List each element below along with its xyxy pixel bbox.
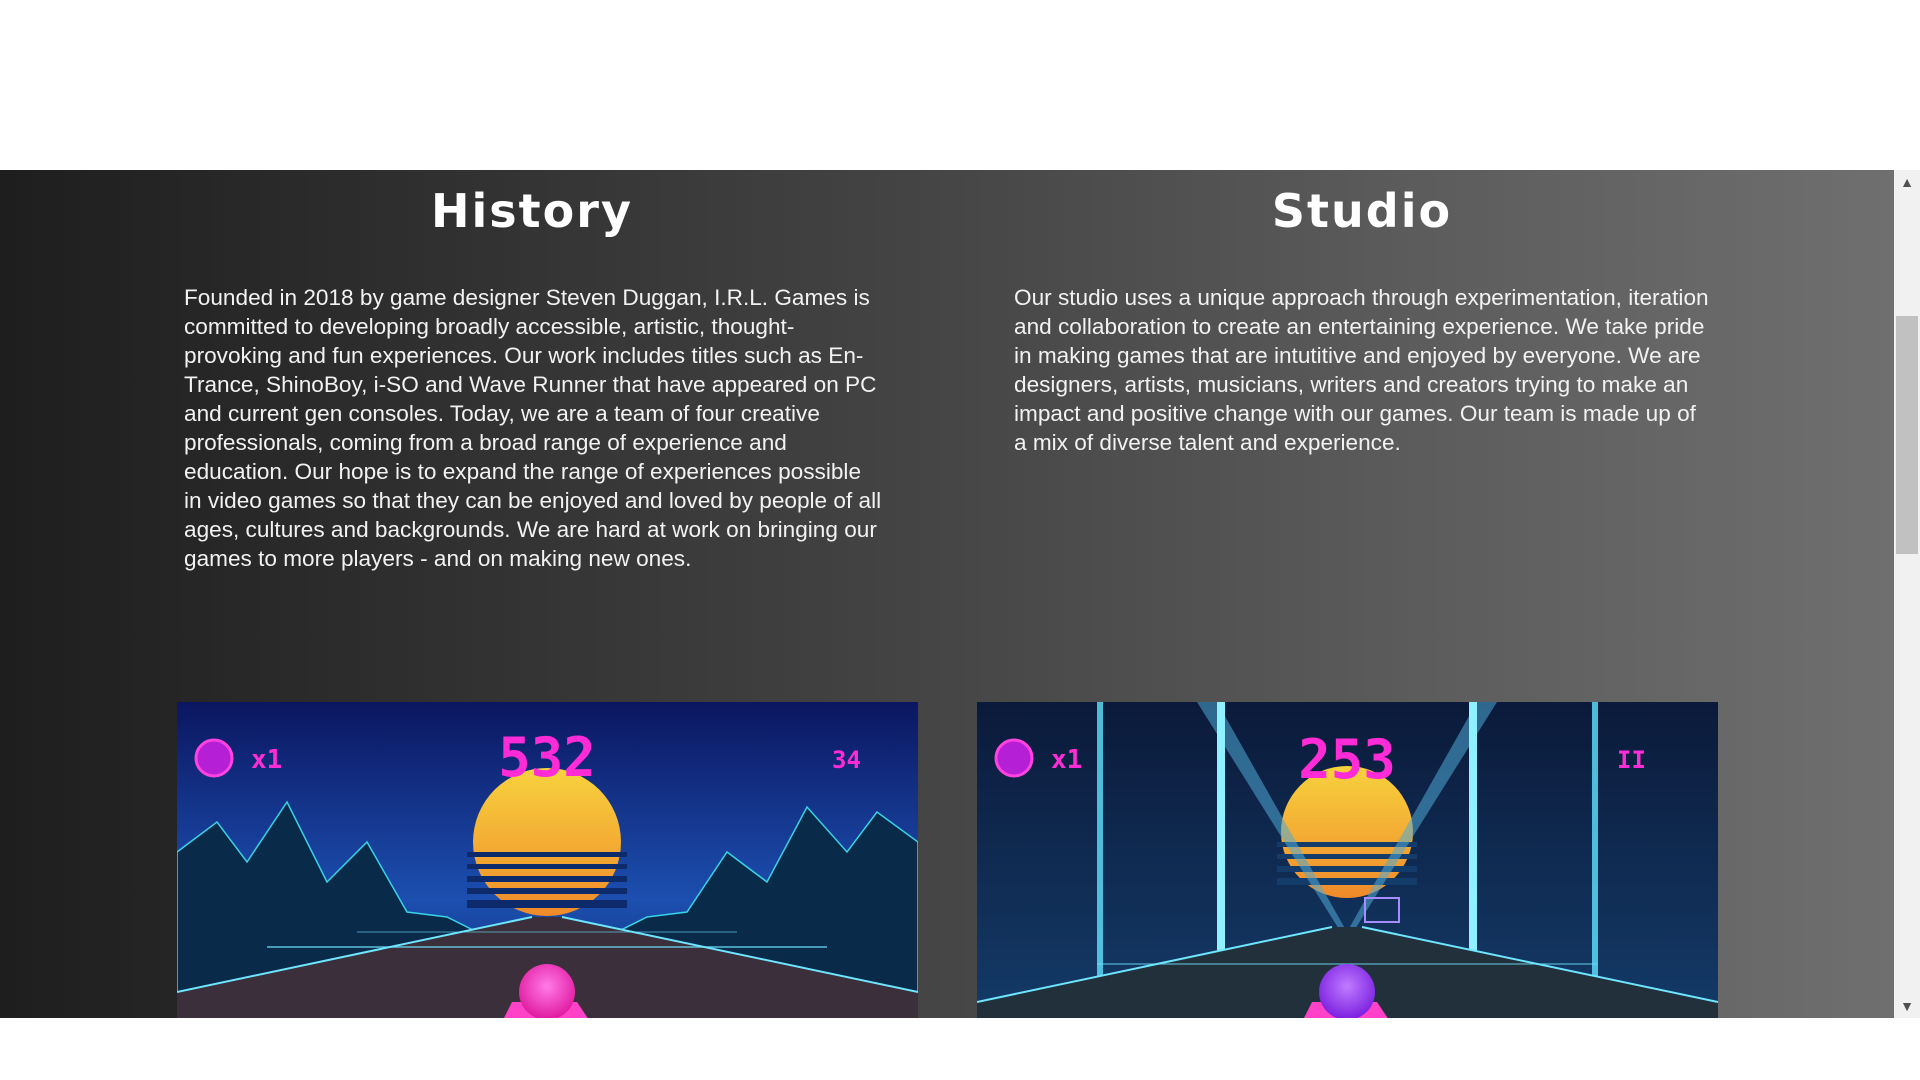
chevron-down-icon[interactable]: ▼ xyxy=(1894,994,1920,1018)
page-scrollbar[interactable]: ▲ ▼ xyxy=(1894,170,1920,1018)
history-heading: History xyxy=(431,184,633,238)
studio-text: Our studio uses a unique approach throug… xyxy=(1014,285,1709,455)
scrollbar-thumb[interactable] xyxy=(1896,316,1918,554)
counter-label: 34 xyxy=(832,746,861,774)
multiplier-label: x1 xyxy=(251,745,282,775)
chevron-up-icon[interactable]: ▲ xyxy=(1894,170,1920,194)
score-label: 253 xyxy=(1298,728,1396,791)
about-section: History Founded in 2018 by game designer… xyxy=(0,170,1894,1018)
score-label: 532 xyxy=(498,726,596,789)
pause-icon: II xyxy=(1617,746,1646,774)
studio-heading: Studio xyxy=(1271,184,1453,238)
multiplier-label: x1 xyxy=(1051,745,1082,775)
game-screenshot-wave-runner-corridor: x1 253 II xyxy=(977,702,1718,1018)
history-text: Founded in 2018 by game designer Steven … xyxy=(184,285,882,571)
game-screenshot-wave-runner-mountains: x1 532 34 xyxy=(177,702,918,1018)
